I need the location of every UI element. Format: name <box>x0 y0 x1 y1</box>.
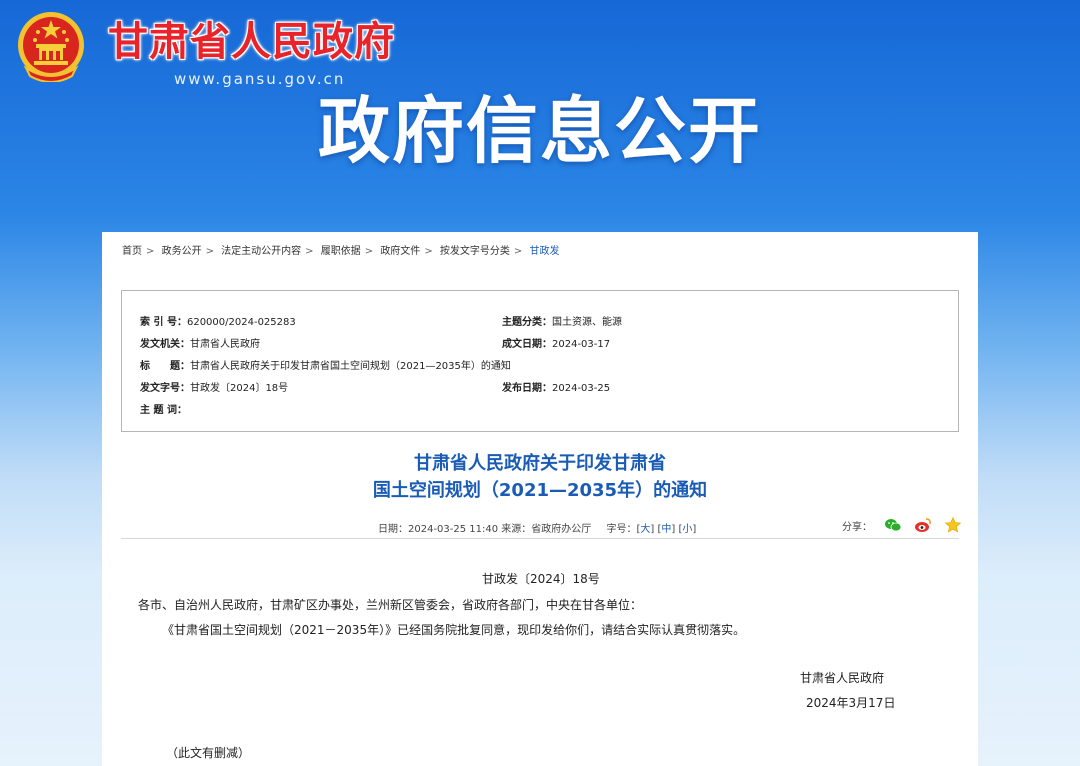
font-small-button[interactable]: 小 <box>682 524 692 535</box>
meta-index: 索 引 号：620000/2024-025283 <box>140 317 296 328</box>
favorite-star-icon[interactable] <box>944 516 962 534</box>
breadcrumb-home[interactable]: 首页 <box>122 246 142 257</box>
document-number: 甘政发〔2024〕18号 <box>482 572 600 586</box>
share-bar: 分享： <box>842 516 962 534</box>
national-emblem-icon <box>18 12 84 82</box>
document-note: （此文有删减） <box>166 746 251 760</box>
meta-created: 成文日期：2024-03-17 <box>502 339 611 350</box>
font-large-button[interactable]: 大 <box>640 524 650 535</box>
document-signature: 甘肃省人民政府 <box>800 671 885 685</box>
document-recipients: 各市、自治州人民政府，甘肃矿区办事处，兰州新区管委会，省政府各部门，中央在甘各单… <box>138 598 643 612</box>
breadcrumb-statutory-content[interactable]: 法定主动公开内容 <box>221 246 301 257</box>
meta-doc-number: 发文字号：甘政发〔2024〕18号 <box>140 383 289 394</box>
date-source: 日期：2024-03-25 11:40 来源：省政府办公厅 <box>378 524 592 535</box>
document-paragraph: 《甘肃省国土空间规划（2021－2035年）》已经国务院批复同意，现印发给你们，… <box>162 623 746 637</box>
breadcrumb-gov-documents[interactable]: 政府文件 <box>380 246 420 257</box>
breadcrumb-duty-basis[interactable]: 履职依据 <box>321 246 361 257</box>
font-size-label: 字号： <box>606 524 637 535</box>
weibo-icon[interactable] <box>914 516 932 534</box>
wechat-icon[interactable] <box>884 516 902 534</box>
site-name[interactable]: 甘肃省人民政府 <box>108 14 395 70</box>
meta-keywords: 主 题 词： <box>140 405 187 416</box>
document-title-line2: 国土空间规划（2021—2035年）的通知 <box>372 480 708 501</box>
site-url[interactable]: www.gansu.gov.cn <box>174 70 345 88</box>
content-panel: 首页 > 政务公开 > 法定主动公开内容 > 履职依据 > 政府文件 > 按发文字号分类 >… <box>102 232 978 766</box>
share-label: 分享： <box>842 521 872 533</box>
meta-title: 标 题：甘肃省人民政府关于印发甘肃省国土空间规划（2021—2035年）的通知 <box>140 361 511 372</box>
breadcrumb-by-doc-number[interactable]: 按发文字号分类 <box>440 246 510 257</box>
breadcrumb: 首页 > 政务公开 > 法定主动公开内容 > 履职依据 > 政府文件 > 按发文字号分类 >… <box>122 246 560 257</box>
section-title: 政府信息公开 <box>318 89 763 173</box>
meta-issuer: 发文机关：甘肃省人民政府 <box>140 339 260 350</box>
meta-topic: 主题分类：国土资源、能源 <box>502 317 622 328</box>
metadata-box: 索 引 号：620000/2024-025283 主题分类：国土资源、能源 发文… <box>121 290 959 432</box>
meta-published: 发布日期：2024-03-25 <box>502 383 611 394</box>
divider <box>121 538 959 539</box>
font-medium-button[interactable]: 中 <box>661 524 671 535</box>
document-sign-date: 2024年3月17日 <box>806 696 896 710</box>
breadcrumb-gov-affairs[interactable]: 政务公开 <box>162 246 202 257</box>
document-info-line: 日期：2024-03-25 11:40 来源：省政府办公厅 字号：[大] [中]… <box>378 524 697 535</box>
document-title-line1: 甘肃省人民政府关于印发甘肃省 <box>414 453 666 474</box>
breadcrumb-current[interactable]: 甘政发 <box>529 246 559 257</box>
